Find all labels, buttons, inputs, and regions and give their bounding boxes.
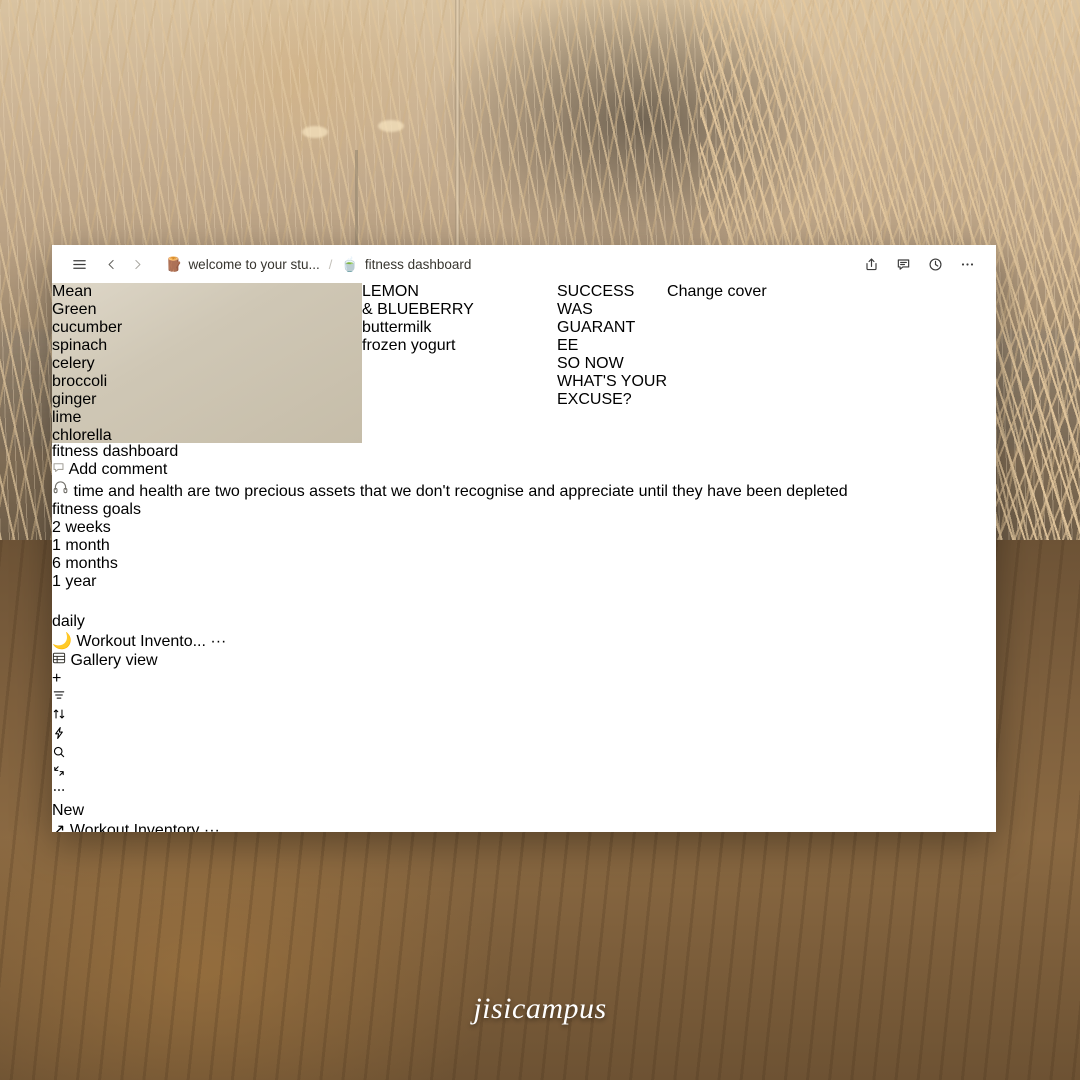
breadcrumb-separator: /: [328, 256, 333, 272]
toggle-label: 6 months: [52, 555, 118, 572]
callout-text: time and health are two precious assets …: [73, 483, 848, 500]
more-options-icon[interactable]: [954, 251, 980, 277]
view-tab-gallery[interactable]: Gallery view: [52, 651, 996, 670]
database-title-row: ↗ Workout Inventory ···: [52, 820, 996, 832]
filter-icon[interactable]: [52, 688, 996, 707]
toggle-label: 1 month: [52, 537, 110, 554]
toggle-label: 2 weeks: [52, 519, 111, 536]
daily-heading: daily: [52, 613, 85, 630]
database-action-icons: New: [52, 688, 996, 820]
more-options-icon[interactable]: [52, 783, 996, 802]
cover-panel-juice-bottle: Mean Green cucumber spinach celery brocc…: [52, 283, 362, 443]
comment-icon[interactable]: [890, 251, 916, 277]
database-title[interactable]: Workout Inventory: [70, 822, 200, 832]
add-comment-button[interactable]: Add comment: [52, 461, 996, 479]
toggle-1-year[interactable]: 1 year: [52, 573, 996, 591]
notion-app-window: 🪵 welcome to your stu... / 🍵 fitness das…: [52, 245, 996, 832]
database-toolbar: Gallery view + New: [52, 651, 996, 820]
quote-callout[interactable]: time and health are two precious assets …: [52, 479, 996, 501]
search-icon[interactable]: [52, 745, 996, 764]
change-cover-button[interactable]: Change cover: [667, 283, 767, 443]
streetlamp-head: [302, 126, 328, 138]
toggle-2-weeks[interactable]: 2 weeks: [52, 519, 996, 537]
hamburger-menu-icon[interactable]: [66, 251, 92, 277]
cover-panel-ingredients-collage: LEMON & BLUEBERRY buttermilk frozen yogu…: [362, 283, 557, 443]
breadcrumb-item-parent[interactable]: 🪵 welcome to your stu...: [160, 255, 325, 274]
two-column-layout: fitness goals 2 weeks 1 month 6 months 1…: [52, 501, 996, 832]
daily-item-more-icon[interactable]: ···: [210, 633, 226, 650]
sort-icon[interactable]: [52, 707, 996, 726]
yogurt-name-line2: & BLUEBERRY: [362, 301, 474, 318]
view-tab-label: Gallery view: [70, 652, 158, 669]
headphones-icon: [52, 481, 73, 500]
new-page-button[interactable]: New: [52, 802, 996, 820]
sign-bold-text: SO NOW WHAT'S YOUR EXCUSE?: [557, 355, 668, 408]
yogurt-name-line1: LEMON: [362, 283, 419, 300]
watermark-text: jisicampus: [473, 992, 607, 1025]
page-cover-image[interactable]: Mean Green cucumber spinach celery brocc…: [52, 283, 996, 443]
cover-panel-motivational-sign: SUCCESS WAS GUARANT EE SO NOW WHAT'S YOU…: [557, 283, 667, 443]
toggle-label: 1 year: [52, 573, 97, 590]
sign-line-1: SUCCESS: [557, 283, 635, 300]
database-more-icon[interactable]: ···: [204, 822, 220, 832]
add-view-button[interactable]: +: [52, 670, 61, 687]
share-icon[interactable]: [858, 251, 884, 277]
topbar-actions: [858, 251, 980, 277]
toggle-1-month[interactable]: 1 month: [52, 537, 996, 555]
yogurt-subtitle: buttermilk frozen yogurt: [362, 319, 456, 354]
daily-item-workout-inventory[interactable]: 🌙 Workout Invento... ···: [52, 631, 996, 651]
sign-line-4: EE: [557, 337, 579, 354]
forward-chevron-icon[interactable]: [124, 251, 150, 277]
matcha-tea-icon: 🍵: [341, 256, 359, 272]
automation-lightning-icon[interactable]: [52, 726, 996, 745]
moon-icon: 🌙: [52, 633, 72, 650]
external-link-arrow-icon: ↗: [52, 822, 66, 832]
left-column: fitness goals 2 weeks 1 month 6 months 1…: [52, 501, 996, 651]
table-grid-icon: [52, 652, 70, 669]
breadcrumb-parent-label: welcome to your stu...: [188, 256, 320, 272]
fitness-goals-heading: fitness goals: [52, 501, 141, 518]
breadcrumb-current-label: fitness dashboard: [364, 256, 472, 272]
comment-bubble-icon: [52, 461, 69, 478]
mean-green-bottle: Mean Green cucumber spinach celery brocc…: [52, 283, 362, 443]
wood-log-icon: 🪵: [165, 256, 183, 272]
page-title[interactable]: fitness dashboard: [52, 443, 996, 461]
daily-item-label: Workout Invento...: [76, 633, 206, 650]
sign-line-3: GUARANT: [557, 319, 636, 336]
streetlamp-head: [378, 120, 404, 132]
yogurt-tub: LEMON & BLUEBERRY buttermilk frozen yogu…: [362, 283, 557, 355]
breadcrumb-item-current[interactable]: 🍵 fitness dashboard: [336, 255, 476, 274]
bottle-title: Mean Green: [52, 283, 97, 318]
back-chevron-icon[interactable]: [98, 251, 124, 277]
top-navigation-bar: 🪵 welcome to your stu... / 🍵 fitness das…: [52, 245, 996, 283]
collapse-arrows-icon[interactable]: [52, 764, 996, 783]
history-clock-icon[interactable]: [922, 251, 948, 277]
bottle-ingredients: cucumber spinach celery broccoli ginger …: [52, 319, 123, 443]
sign-line-2: WAS: [557, 301, 593, 318]
breadcrumb: 🪵 welcome to your stu... / 🍵 fitness das…: [160, 255, 858, 274]
add-comment-label: Add comment: [68, 461, 168, 478]
chevron-down-icon[interactable]: [88, 802, 97, 819]
toggle-6-months[interactable]: 6 months: [52, 555, 996, 573]
new-button-label: New: [52, 802, 85, 819]
right-column-database: Gallery view + New ↗ Workout Inventory ·…: [52, 651, 996, 832]
page-content: fitness dashboard Add comment time and h…: [52, 443, 996, 832]
